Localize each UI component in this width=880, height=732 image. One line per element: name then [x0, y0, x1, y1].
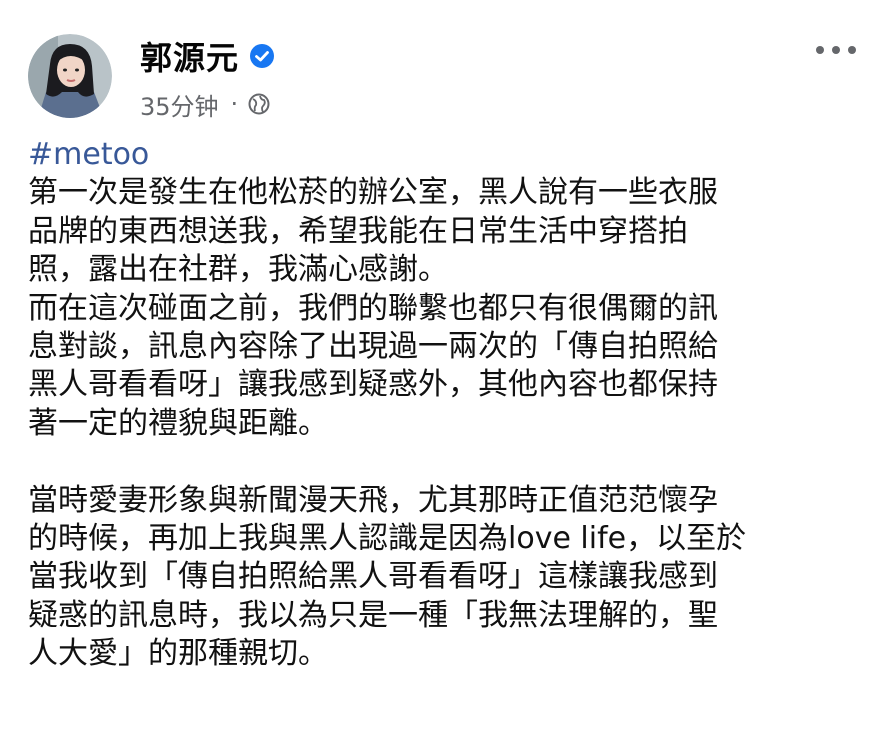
- text-line: 著一定的禮貌與距離。: [28, 405, 328, 441]
- globe-icon[interactable]: [248, 93, 270, 115]
- text-line: 疑惑的訊息時，我以為只是一種「我無法理解的，聖: [28, 597, 718, 633]
- hashtag-link[interactable]: #metoo: [28, 136, 858, 174]
- more-dot: [816, 46, 824, 54]
- text-line: 當我收到「傳自拍照給黑人哥看看呀」這樣讓我感到: [28, 559, 718, 595]
- text-line: 品牌的東西想送我，希望我能在日常生活中穿搭拍: [28, 213, 688, 249]
- text-line: 照，露出在社群，我滿心感謝。: [28, 252, 448, 288]
- more-dot: [848, 46, 856, 54]
- text-line: 的時候，再加上我與黑人認識是因為love life，以至於: [28, 521, 747, 557]
- text-line: 而在這次碰面之前，我們的聯繫也都只有很偶爾的訊: [28, 290, 718, 326]
- text-line: 黑人哥看看呀」讓我感到疑惑外，其他內容也都保持: [28, 367, 718, 403]
- meta-separator: ·: [230, 90, 239, 118]
- facebook-post: 郭源元 35分钟 · #metoo 第一次是發生在他松菸的辦公室，黑人說有一些衣…: [0, 0, 880, 732]
- more-options-icon[interactable]: [816, 40, 856, 60]
- author-name[interactable]: 郭源元: [140, 33, 239, 79]
- text-line: 第一次是發生在他松菸的辦公室，黑人說有一些衣服: [28, 175, 718, 211]
- verified-badge-icon: [249, 43, 275, 69]
- text-line: 人大愛」的那種親切。: [28, 636, 328, 672]
- author-row: 郭源元: [140, 34, 275, 78]
- post-timestamp[interactable]: 35分钟: [140, 87, 219, 122]
- post-meta: 35分钟 ·: [140, 86, 270, 122]
- text-line: 當時愛妻形象與新聞漫天飛，尤其那時正值范范懷孕: [28, 482, 718, 518]
- more-dot: [832, 46, 840, 54]
- text-line: 息對談，訊息內容除了出現過一兩次的「傳自拍照給: [28, 329, 718, 365]
- post-header: 郭源元 35分钟 ·: [0, 0, 880, 130]
- post-text: #metoo 第一次是發生在他松菸的辦公室，黑人說有一些衣服 品牌的東西想送我，…: [28, 136, 858, 674]
- avatar[interactable]: [28, 34, 112, 118]
